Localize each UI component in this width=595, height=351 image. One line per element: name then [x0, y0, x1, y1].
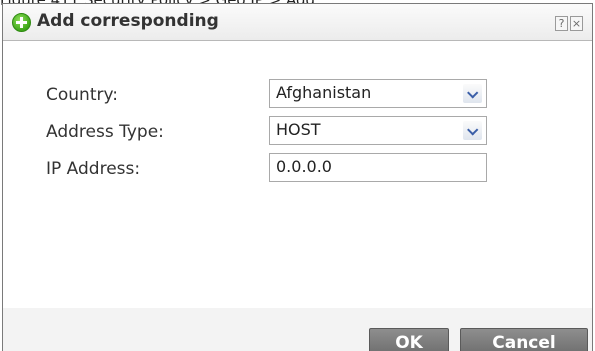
add-corresponding-dialog: Add corresponding ? × Country: Afghanist… — [2, 3, 593, 351]
address-type-label: Address Type: — [46, 122, 164, 142]
dialog-title: Add corresponding — [37, 11, 219, 31]
ip-address-input[interactable]: 0.0.0.0 — [269, 153, 487, 182]
dialog-titlebar: Add corresponding ? × — [3, 4, 592, 41]
page: Figure 411 Security Policy > Geo IP > Ad… — [0, 0, 595, 351]
help-icon[interactable]: ? — [555, 16, 568, 31]
chevron-down-icon[interactable] — [463, 121, 482, 140]
ip-address-value: 0.0.0.0 — [276, 157, 332, 176]
close-icon[interactable]: × — [570, 16, 583, 31]
address-type-value: HOST — [276, 120, 321, 139]
ip-address-label: IP Address: — [46, 159, 141, 179]
address-type-select[interactable]: HOST — [269, 116, 487, 145]
country-select[interactable]: Afghanistan — [269, 79, 487, 108]
country-label: Country: — [46, 85, 119, 105]
cancel-button[interactable]: Cancel — [460, 328, 588, 351]
chevron-down-icon[interactable] — [463, 84, 482, 103]
plus-circle-icon — [12, 13, 31, 32]
ok-button[interactable]: OK — [369, 328, 449, 351]
country-value: Afghanistan — [276, 83, 372, 102]
dialog-footer: OK Cancel — [3, 308, 592, 351]
